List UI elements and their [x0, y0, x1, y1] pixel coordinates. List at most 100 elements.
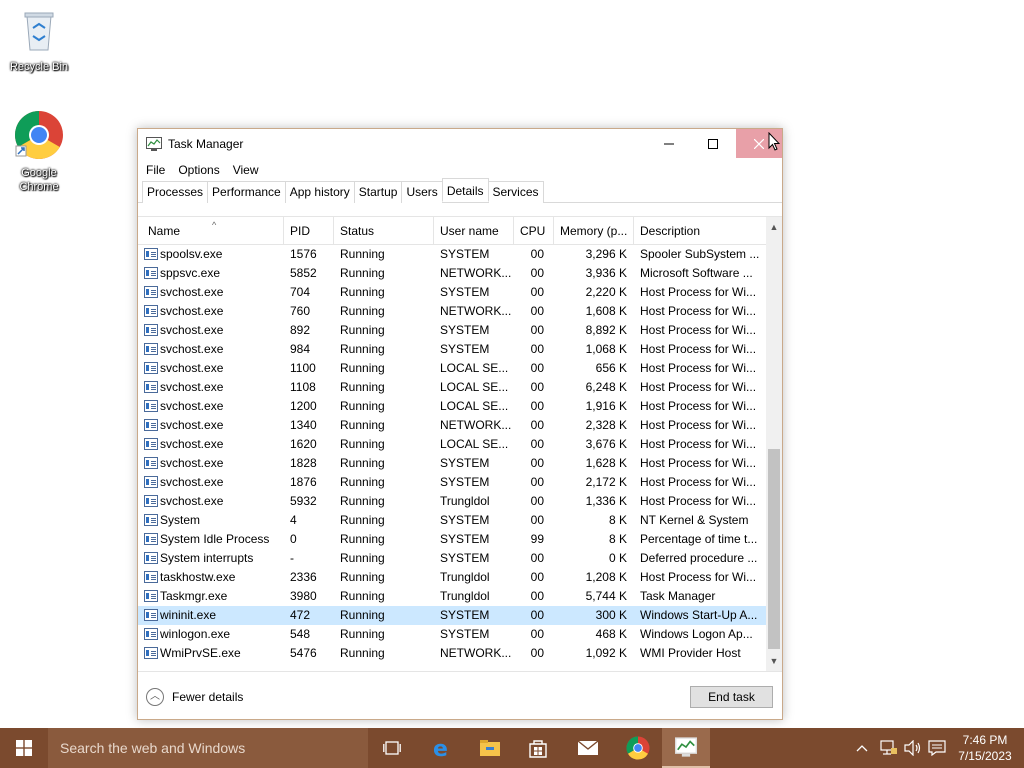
process-name: taskhostw.exe: [160, 570, 236, 584]
table-row[interactable]: svchost.exe 1876 Running SYSTEM 00 2,172 K Hos…: [138, 473, 766, 492]
process-description: NT Kernel & System: [640, 513, 749, 527]
process-user: SYSTEM: [440, 456, 490, 470]
scroll-down-arrow-icon[interactable]: ▼: [766, 653, 782, 669]
process-description: Host Process for Wi...: [640, 570, 757, 584]
process-memory: 3,676 K: [585, 437, 627, 451]
taskbar-clock[interactable]: 7:46 PM 7/15/2023: [952, 732, 1018, 764]
table-row[interactable]: winlogon.exe 548 Running SYSTEM 00 468 K Windo…: [138, 625, 766, 644]
table-row[interactable]: svchost.exe 984 Running SYSTEM 00 1,068 K Host…: [138, 340, 766, 359]
title-bar[interactable]: Task Manager: [138, 129, 782, 159]
process-user: SYSTEM: [440, 342, 490, 356]
process-name: svchost.exe: [160, 323, 224, 337]
table-row[interactable]: WmiPrvSE.exe 5476 Running NETWORK... 00 1,092…: [138, 644, 766, 663]
process-user: SYSTEM: [440, 608, 490, 622]
menu-options[interactable]: Options: [178, 163, 219, 177]
table-row[interactable]: taskhostw.exe 2336 Running Trungldol 00 1,208…: [138, 568, 766, 587]
show-hidden-icons-button[interactable]: [856, 728, 868, 768]
column-header-memory[interactable]: Memory (p...: [554, 217, 634, 245]
table-row[interactable]: System interrupts - Running SYSTEM 00 0 K Defe…: [138, 549, 766, 568]
action-center-icon: [928, 740, 946, 756]
table-row[interactable]: svchost.exe 1200 Running LOCAL SE... 00 1,916…: [138, 397, 766, 416]
store-taskbar-button[interactable]: [514, 728, 562, 768]
process-memory: 3,936 K: [585, 266, 627, 280]
clock-time: 7:46 PM: [962, 733, 1008, 747]
process-memory: 2,220 K: [585, 285, 627, 299]
chrome-taskbar-button[interactable]: [614, 728, 662, 768]
process-memory: 1,628 K: [585, 456, 627, 470]
process-name: System Idle Process: [160, 532, 270, 546]
table-row[interactable]: spoolsv.exe 1576 Running SYSTEM 00 3,296 K Spo…: [138, 245, 766, 264]
tab-details[interactable]: Details: [441, 178, 489, 202]
end-task-button[interactable]: End task: [690, 686, 773, 708]
column-header-user[interactable]: User name: [434, 217, 514, 245]
process-pid: 3980: [290, 589, 317, 603]
tab-performance[interactable]: Performance: [207, 181, 286, 203]
table-row[interactable]: svchost.exe 892 Running SYSTEM 00 8,892 K Host…: [138, 321, 766, 340]
process-user: SYSTEM: [440, 627, 490, 641]
tab-startup[interactable]: Startup: [353, 181, 403, 203]
scroll-thumb[interactable]: [768, 449, 780, 649]
task-view-button[interactable]: [368, 728, 416, 768]
tab-users[interactable]: Users: [401, 181, 443, 203]
table-row[interactable]: svchost.exe 1108 Running LOCAL SE... 00 6,248…: [138, 378, 766, 397]
network-tray-button[interactable]: [880, 728, 898, 768]
process-cpu: 00: [530, 247, 544, 261]
process-memory: 1,916 K: [585, 399, 627, 413]
menu-view[interactable]: View: [233, 163, 259, 177]
vertical-scrollbar[interactable]: ▲ ▼: [766, 217, 782, 671]
volume-tray-button[interactable]: [904, 728, 922, 768]
table-row[interactable]: svchost.exe 5932 Running Trungldol 00 1,336 K…: [138, 492, 766, 511]
column-header-name[interactable]: ^ Name: [142, 217, 284, 245]
tab-app-history[interactable]: App history: [284, 181, 355, 203]
table-row[interactable]: Taskmgr.exe 3980 Running Trungldol 00 5,744 K…: [138, 587, 766, 606]
process-pid: 1200: [290, 399, 317, 413]
table-row[interactable]: svchost.exe 1828 Running SYSTEM 00 1,628 K Hos…: [138, 454, 766, 473]
process-icon: [144, 381, 158, 393]
fewer-details-link[interactable]: ︿ Fewer details: [146, 688, 243, 706]
process-pid: 5932: [290, 494, 317, 508]
menu-file[interactable]: File: [146, 163, 165, 177]
process-user: NETWORK...: [440, 418, 512, 432]
taskbar-search-box[interactable]: Search the web and Windows: [48, 728, 368, 768]
table-row[interactable]: sppsvc.exe 5852 Running NETWORK... 00 3,936 K…: [138, 264, 766, 283]
table-row[interactable]: svchost.exe 1340 Running NETWORK... 00 2,328 …: [138, 416, 766, 435]
task-manager-taskbar-button[interactable]: [662, 728, 710, 768]
process-cpu: 99: [530, 532, 544, 546]
table-row[interactable]: svchost.exe 1100 Running LOCAL SE... 00 656 K…: [138, 359, 766, 378]
process-description: Deferred procedure ...: [640, 551, 758, 565]
footer: ︿ Fewer details End task: [138, 671, 782, 719]
tab-services[interactable]: Services: [487, 181, 544, 203]
column-header-pid[interactable]: PID: [284, 217, 334, 245]
table-header: ^ Name PID Status User name CPU Memory (…: [138, 217, 766, 245]
process-icon: [144, 609, 158, 621]
column-header-status[interactable]: Status: [334, 217, 434, 245]
chrome-desktop-icon[interactable]: Google Chrome: [4, 110, 74, 194]
tab-processes[interactable]: Processes: [142, 181, 209, 203]
table-row[interactable]: wininit.exe 472 Running SYSTEM 00 300 K Window…: [138, 606, 766, 625]
table-row[interactable]: System 4 Running SYSTEM 00 8 K NT Kernel & Sys…: [138, 511, 766, 530]
file-explorer-taskbar-button[interactable]: [466, 728, 514, 768]
start-button[interactable]: [0, 728, 48, 768]
scroll-up-arrow-icon[interactable]: ▲: [766, 219, 782, 235]
process-status: Running: [340, 646, 385, 660]
process-name: sppsvc.exe: [160, 266, 221, 280]
process-icon: [144, 248, 158, 260]
column-header-description[interactable]: Description: [634, 217, 766, 245]
table-row[interactable]: System Idle Process 0 Running SYSTEM 99 8 K Pe…: [138, 530, 766, 549]
table-row[interactable]: svchost.exe 704 Running SYSTEM 00 2,220 K Host…: [138, 283, 766, 302]
process-pid: 472: [290, 608, 311, 622]
table-row[interactable]: svchost.exe 760 Running NETWORK... 00 1,608 K…: [138, 302, 766, 321]
notifications-tray-button[interactable]: [928, 728, 946, 768]
column-header-cpu[interactable]: CPU: [514, 217, 554, 245]
edge-taskbar-button[interactable]: e: [418, 728, 466, 768]
minimize-button[interactable]: [646, 129, 692, 158]
mail-taskbar-button[interactable]: [564, 728, 612, 768]
column-header-name-label: Name: [148, 224, 181, 238]
process-name: svchost.exe: [160, 380, 224, 394]
table-row[interactable]: svchost.exe 1620 Running LOCAL SE... 00 3,676…: [138, 435, 766, 454]
maximize-button[interactable]: [690, 129, 736, 158]
recycle-bin-desktop-icon[interactable]: Recycle Bin: [4, 8, 74, 74]
process-description: Windows Start-Up A...: [640, 608, 758, 622]
process-icon: [144, 362, 158, 374]
windows-logo-icon: [16, 740, 32, 756]
